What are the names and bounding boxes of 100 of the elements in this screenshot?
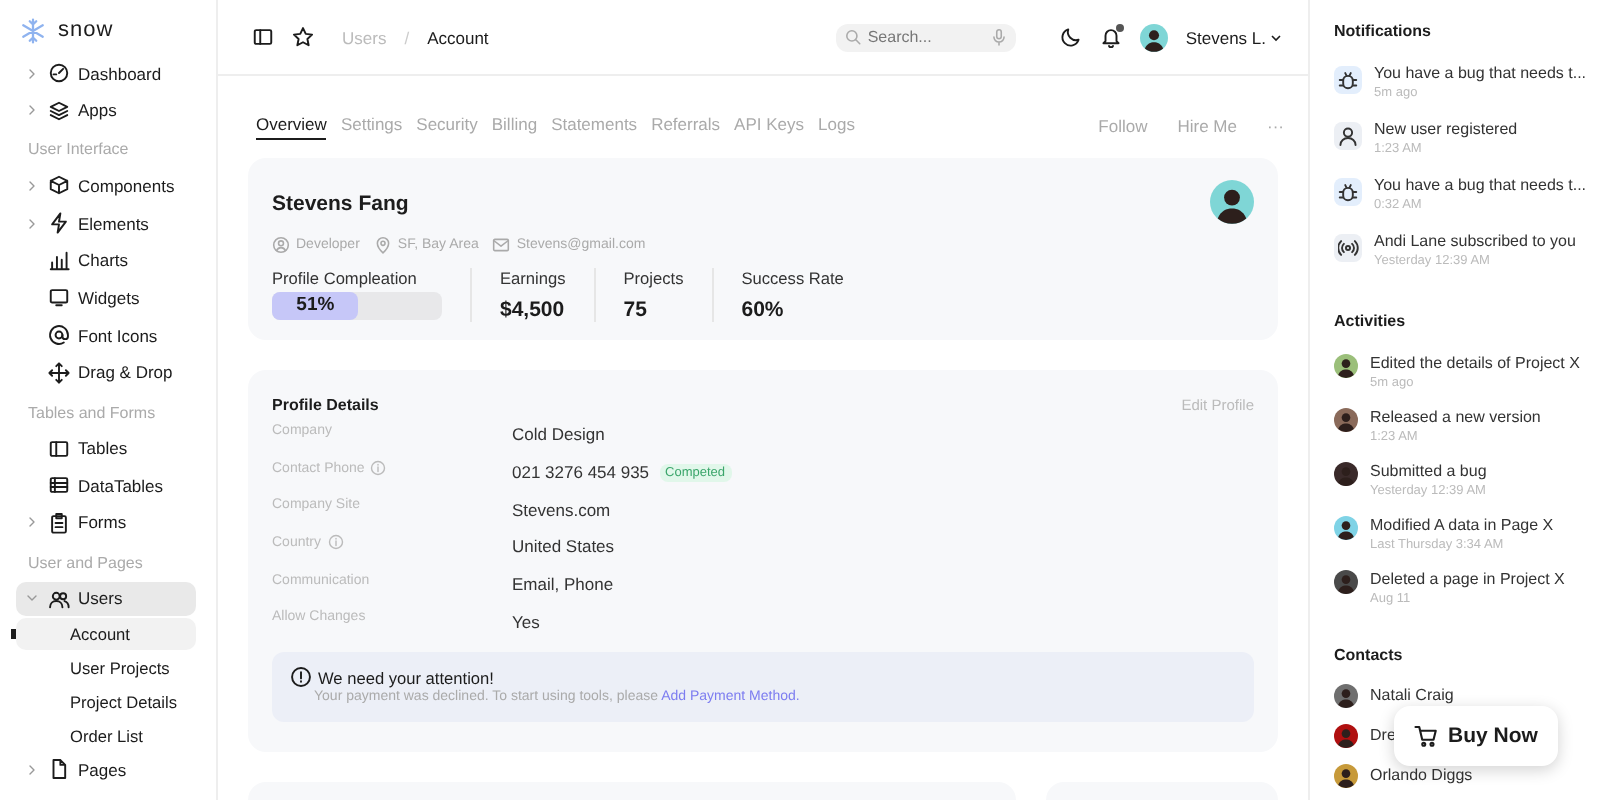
cube-icon [48,174,70,197]
sidebar-item[interactable]: Forms [16,505,196,540]
sidebar-subitem[interactable]: Order List [16,719,196,752]
panel-heading: Notifications [1334,22,1433,44]
broadcast-icon [1334,234,1362,262]
info-icon [370,460,387,477]
users-icon [48,587,70,610]
sidebar-item[interactable]: Dashboard [16,56,196,90]
sidebar-item[interactable]: Drag & Drop [16,355,196,390]
contact-name: Orlando Diggs [1370,766,1473,784]
notification-text: You have a bug that needs t... [1374,64,1587,82]
notification-text: Andi Lane subscribed to you [1374,232,1576,250]
microphone-icon [989,27,1008,45]
avatar [1334,408,1358,432]
bell-icon[interactable] [1099,26,1122,48]
moon-icon[interactable] [1059,26,1082,48]
contact-name: Natali Craig [1370,686,1454,704]
field-value: Yes [512,611,540,632]
move-icon [48,361,70,384]
chevron-icon [24,215,40,232]
tab[interactable]: Overview [256,113,327,139]
sidebar-item[interactable]: Users [16,581,196,616]
sidebar-item[interactable]: Elements [16,206,196,241]
bolt-icon [48,212,70,235]
sidebar-item[interactable]: Font Icons [16,318,196,353]
avatar [1139,23,1168,51]
chevron-icon [1268,29,1284,45]
field-value: Email, Phone [512,574,614,595]
sidebar-item[interactable]: DataTables [16,468,196,503]
user-icon [1334,122,1362,150]
brand-name: snow [58,18,114,42]
sidebar-item[interactable]: Tables [16,431,196,465]
bug-icon [1334,178,1362,206]
info-icon [327,534,344,551]
monitor-icon [48,286,70,309]
avatar [1334,570,1358,594]
chevron-icon [24,65,40,81]
panel-heading: Contacts [1334,646,1405,668]
stat-value: 75 [623,298,649,322]
activity-text: Modified A data in Page X [1370,516,1554,534]
card-title: Profile Details [272,396,379,414]
breadcrumb-link[interactable]: Account [427,27,489,47]
breadcrumb-separator: / [404,27,410,47]
chevron-icon [24,102,40,119]
stat-label: Success Rate [741,268,844,288]
sidebar-subitem[interactable]: User Projects [16,652,196,685]
sidebar-item[interactable]: Apps [16,93,196,128]
field-value: Stevens.com [512,499,611,520]
sidebar-item[interactable]: Components [16,168,196,203]
sidebar-subitem[interactable]: Project Details [16,685,196,718]
sidebar-subitem[interactable]: Account [16,618,196,651]
field-value: Cold Design [512,424,605,445]
bug-icon [1334,66,1362,94]
section-heading: Tables and Forms [26,401,158,425]
location-pin-icon [373,236,392,254]
sidebar-item[interactable]: Pages [16,752,196,787]
buy-now-button[interactable]: Buy Now [1394,706,1558,766]
star-icon[interactable] [292,26,314,48]
progress-reading: 51% [294,292,337,320]
chevron-icon [24,514,40,531]
activity-text: Released a new version [1370,408,1541,426]
cart-icon [1414,724,1439,748]
stat-value: $4,500 [500,298,566,322]
sidebar-item[interactable]: Charts [16,243,196,278]
stat-label: Profile Compleation [272,268,419,288]
layers-icon [48,99,70,122]
activity-text: Edited the details of Project X [1370,354,1580,372]
sidebar-toggle-icon[interactable] [252,26,274,48]
at-sign-icon [48,324,70,347]
list-icon [48,474,70,497]
mail-icon [492,236,511,254]
avatar [1210,180,1254,224]
notification-text: New user registered [1374,120,1518,138]
profile-name: Stevens Fang [272,192,409,216]
field-value: 021 3276 454 935 [512,462,650,483]
table-icon [48,437,70,459]
bar-chart-icon [48,249,70,272]
search-field[interactable]: Search... [835,23,1016,51]
user-menu[interactable]: Stevens L. [1185,27,1284,47]
chevron-icon [24,177,40,194]
file-icon [48,758,70,781]
sidebar-item[interactable]: Widgets [16,280,196,315]
alert-icon [290,666,312,689]
user-icon [272,236,290,254]
gauge-icon [48,62,70,84]
activity-text: Deleted a page in Project X [1370,570,1565,588]
avatar [1334,462,1358,486]
avatar [1334,683,1358,707]
contact-name: Dre [1370,726,1396,744]
activity-text: Submitted a bug [1370,462,1487,480]
stat-label: Projects [623,268,684,288]
snowflake-icon [20,17,46,43]
field-value: United States [512,536,615,557]
notification-text: You have a bug that needs t... [1374,176,1587,194]
section-heading: User Interface [26,138,131,163]
avatar [1334,354,1358,378]
clipboard-icon [48,511,70,534]
avatar [1334,516,1358,540]
stat-label: Earnings [500,268,566,288]
stat-value: 60% [741,298,786,322]
